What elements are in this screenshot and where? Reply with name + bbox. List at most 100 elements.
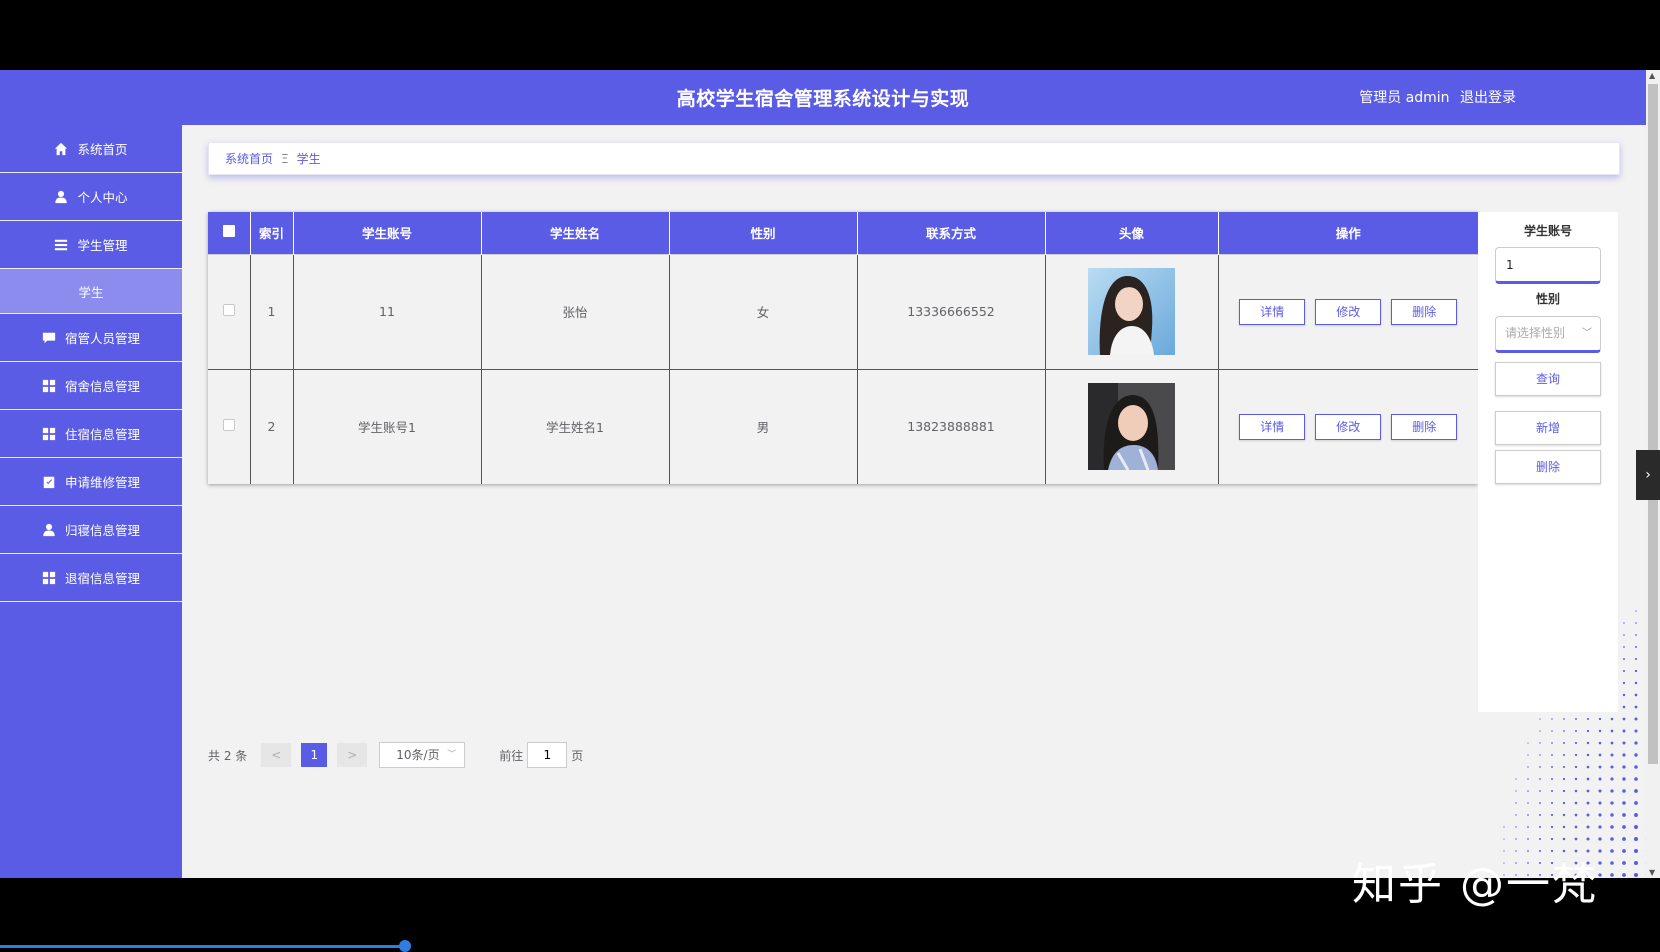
- account-search-input[interactable]: [1495, 247, 1601, 284]
- goto-label: 前往: [499, 747, 523, 764]
- sidebar-item-label: 申请维修管理: [65, 472, 140, 491]
- cell-account: 学生账号1: [293, 369, 481, 484]
- cell-index: 1: [250, 254, 293, 369]
- cell-gender: 女: [669, 254, 857, 369]
- sidebar-item-label: 系统首页: [77, 139, 127, 158]
- table-row: 1 11 张怡 女 13336666552: [208, 254, 1478, 369]
- column-header: 性别: [669, 212, 857, 254]
- sidebar-item-label: 学生: [78, 282, 103, 301]
- cell-account: 11: [293, 254, 481, 369]
- sidebar-item-accommodation[interactable]: 住宿信息管理: [0, 410, 182, 458]
- sidebar-item-label: 宿管人员管理: [65, 328, 140, 347]
- avatar: [1088, 268, 1175, 355]
- top-header: 高校学生宿舍管理系统设计与实现 管理员 admin 退出登录: [0, 70, 1646, 125]
- gender-select-placeholder: 请选择性别: [1505, 326, 1565, 340]
- sidebar-item-home[interactable]: 系统首页: [0, 125, 182, 173]
- batch-delete-button[interactable]: 删除: [1495, 450, 1601, 484]
- row-checkbox[interactable]: [223, 419, 235, 431]
- chat-icon: [42, 331, 56, 345]
- watermark: 知乎 @一梵: [1352, 848, 1598, 912]
- page-size-select[interactable]: 10条/页 ﹀: [379, 742, 465, 768]
- cell-phone: 13823888881: [857, 369, 1045, 484]
- user-area: 管理员 admin 退出登录: [1353, 87, 1516, 107]
- scroll-up-icon[interactable]: ▲: [1649, 71, 1655, 80]
- admin-label: 管理员 admin: [1359, 90, 1449, 106]
- sidebar-item-student-management[interactable]: 学生管理: [0, 221, 182, 269]
- sidebar-item-student[interactable]: 学生: [0, 269, 182, 314]
- cell-name: 张怡: [481, 254, 669, 369]
- user-icon: [54, 190, 68, 204]
- account-label: 学生账号: [1478, 222, 1618, 239]
- student-table: 索引 学生账号 学生姓名 性别 联系方式 头像 操作 1: [208, 212, 1478, 484]
- scrollbar-thumb[interactable]: [1648, 84, 1658, 764]
- page-size-value: 10条/页: [396, 748, 439, 762]
- column-header: 操作: [1218, 212, 1478, 254]
- row-checkbox[interactable]: [223, 304, 235, 316]
- chevron-right-icon: ›: [1645, 467, 1651, 483]
- table-header-row: 索引 学生账号 学生姓名 性别 联系方式 头像 操作: [208, 212, 1478, 254]
- side-expand-tab[interactable]: ›: [1636, 450, 1660, 500]
- sidebar-item-label: 宿舍信息管理: [65, 376, 140, 395]
- select-all-column: [208, 212, 250, 254]
- delete-row-button[interactable]: 删除: [1391, 414, 1457, 440]
- breadcrumb-separator: Ξ: [281, 152, 289, 166]
- grid-icon: [42, 427, 56, 441]
- video-progress-handle[interactable]: [399, 940, 411, 952]
- breadcrumb: 系统首页 Ξ 学生: [208, 142, 1620, 175]
- detail-button[interactable]: 详情: [1239, 414, 1305, 440]
- scroll-down-icon[interactable]: ▼: [1649, 868, 1655, 877]
- edit-button[interactable]: 修改: [1315, 299, 1381, 325]
- cell-phone: 13336666552: [857, 254, 1045, 369]
- sidebar-item-return[interactable]: 归寝信息管理: [0, 506, 182, 554]
- page-suffix: 页: [571, 747, 583, 764]
- prev-page-button[interactable]: <: [261, 743, 291, 767]
- goto-page-input[interactable]: [527, 742, 567, 768]
- sidebar-item-repair[interactable]: 申请维修管理: [0, 458, 182, 506]
- total-count: 共 2 条: [208, 747, 247, 764]
- next-page-button[interactable]: >: [337, 743, 367, 767]
- user-icon: [42, 523, 56, 537]
- pagination: 共 2 条 < 1 > 10条/页 ﹀ 前往 页: [208, 742, 583, 768]
- breadcrumb-home[interactable]: 系统首页: [225, 150, 273, 167]
- list-icon: [54, 238, 68, 252]
- logout-link[interactable]: 退出登录: [1460, 90, 1516, 106]
- page-number-button[interactable]: 1: [301, 743, 327, 767]
- detail-button[interactable]: 详情: [1239, 299, 1305, 325]
- breadcrumb-current: 学生: [297, 150, 321, 167]
- cell-name: 学生姓名1: [481, 369, 669, 484]
- gender-select[interactable]: 请选择性别 ﹀: [1495, 316, 1601, 353]
- column-header: 联系方式: [857, 212, 1045, 254]
- query-button[interactable]: 查询: [1495, 362, 1601, 396]
- delete-row-button[interactable]: 删除: [1391, 299, 1457, 325]
- sidebar-item-checkout[interactable]: 退宿信息管理: [0, 554, 182, 602]
- cell-index: 2: [250, 369, 293, 484]
- avatar: [1088, 383, 1175, 470]
- sidebar-item-label: 归寝信息管理: [65, 520, 140, 539]
- app-window: 高校学生宿舍管理系统设计与实现 管理员 admin 退出登录 系统首页 个人中心…: [0, 70, 1646, 878]
- column-header: 学生姓名: [481, 212, 669, 254]
- sidebar-item-label: 退宿信息管理: [65, 568, 140, 587]
- sidebar-item-label: 学生管理: [77, 235, 127, 254]
- column-header: 头像: [1045, 212, 1218, 254]
- cell-gender: 男: [669, 369, 857, 484]
- sidebar-item-profile[interactable]: 个人中心: [0, 173, 182, 221]
- sidebar: 系统首页 个人中心 学生管理 学生 宿管人员管理 宿舍信息管理: [0, 125, 182, 878]
- sidebar-item-dorm-staff[interactable]: 宿管人员管理: [0, 314, 182, 362]
- select-all-checkbox[interactable]: [223, 225, 235, 237]
- column-header: 学生账号: [293, 212, 481, 254]
- grid-icon: [42, 571, 56, 585]
- search-panel: 学生账号 性别 请选择性别 ﹀ 查询 新增 删除: [1478, 212, 1618, 712]
- screen-frame: 高校学生宿舍管理系统设计与实现 管理员 admin 退出登录 系统首页 个人中心…: [0, 0, 1660, 950]
- table-row: 2 学生账号1 学生姓名1 男 13823888881: [208, 369, 1478, 484]
- video-progress-bar[interactable]: [0, 945, 405, 948]
- chevron-down-icon: ﹀: [447, 743, 456, 767]
- add-button[interactable]: 新增: [1495, 411, 1601, 445]
- grid-icon: [42, 379, 56, 393]
- home-icon: [54, 142, 68, 156]
- sidebar-item-label: 个人中心: [77, 187, 127, 206]
- clipboard-icon: [42, 475, 56, 489]
- chevron-down-icon: ﹀: [1582, 317, 1592, 350]
- sidebar-item-dorm-info[interactable]: 宿舍信息管理: [0, 362, 182, 410]
- main-content: 系统首页 Ξ 学生 索引 学生账号 学生姓名: [182, 125, 1646, 878]
- edit-button[interactable]: 修改: [1315, 414, 1381, 440]
